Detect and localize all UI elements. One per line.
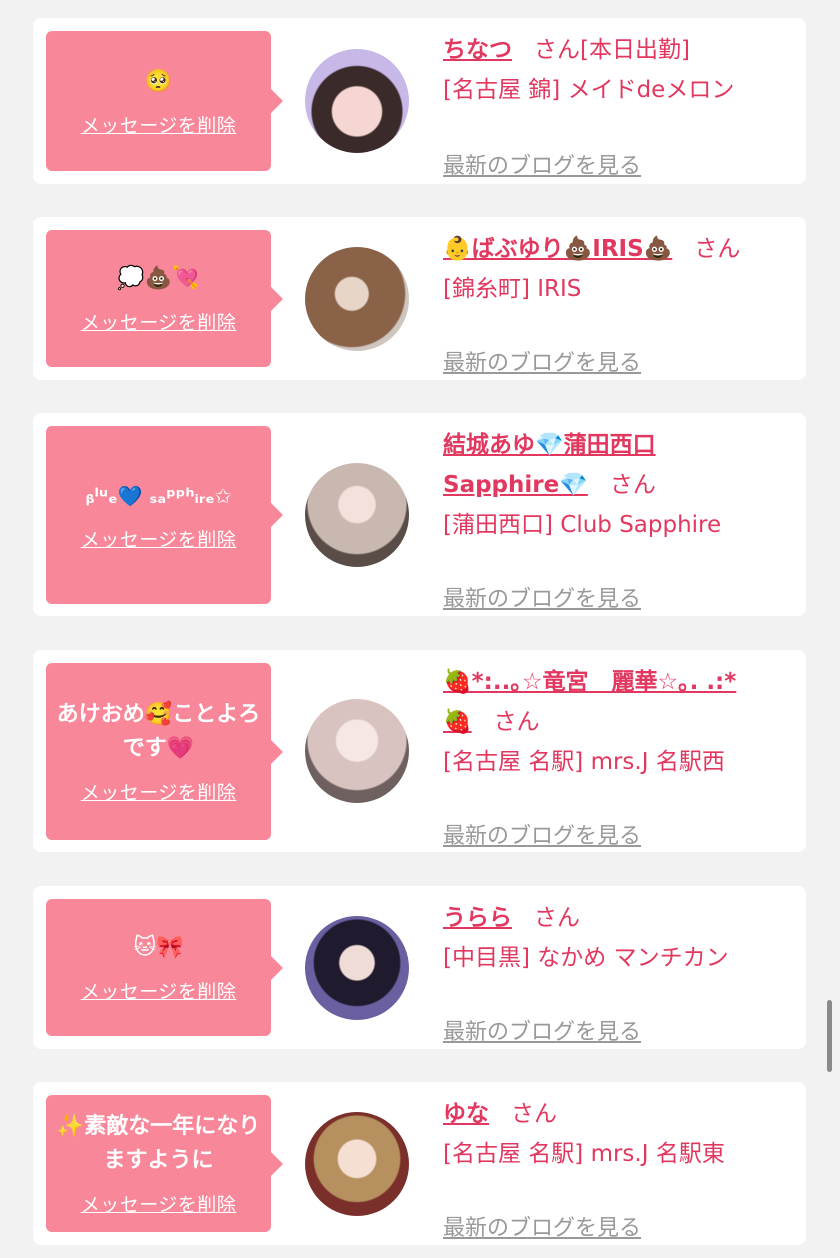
delete-message-link[interactable]: メッセージを削除 — [81, 525, 237, 552]
message-card: 🥺 メッセージを削除 ちなつ さん[本日出勤] [名古屋 錦] メイドdeメロン … — [33, 18, 806, 184]
blog-link[interactable]: 最新のブログを見る — [443, 345, 641, 377]
shop-label: [錦糸町] IRIS — [443, 276, 582, 302]
cast-suffix: さん — [694, 236, 741, 262]
blog-link[interactable]: 最新のブログを見る — [443, 1014, 641, 1046]
cast-name-link[interactable]: 👶ばぶゆり💩IRIS💩 — [443, 236, 672, 262]
message-text: 🥺 — [144, 68, 173, 94]
message-text: 💭💩💘 — [117, 266, 200, 291]
message-bubble: ✨素敵な一年になりますように メッセージを削除 — [46, 1095, 283, 1232]
cast-name-link[interactable]: 結城あゆ💎蒲田西口 — [443, 432, 656, 458]
shop-label: [名古屋 名駅] mrs.J 名駅西 — [443, 749, 725, 775]
cast-suffix: さん — [609, 472, 656, 498]
message-bubble: 🥺 メッセージを削除 — [46, 31, 283, 171]
cast-info: うらら さん [中目黒] なかめ マンチカン 最新のブログを見る — [443, 898, 793, 1045]
message-card: 🐱🎀 メッセージを削除 うらら さん [中目黒] なかめ マンチカン 最新のブログ… — [33, 886, 806, 1049]
message-card: ᵦˡᵘₑ💙 ₛₐᵖᵖʰᵢᵣₑ✩ メッセージを削除 結城あゆ💎蒲田西口 Sapph… — [33, 413, 806, 616]
cast-info: 👶ばぶゆり💩IRIS💩 さん [錦糸町] IRIS 最新のブログを見る — [443, 229, 793, 376]
blog-link[interactable]: 最新のブログを見る — [443, 1210, 641, 1242]
cast-name-link[interactable]: うらら — [443, 905, 512, 931]
cast-suffix: さん — [511, 1101, 557, 1127]
shop-label: [蒲田西口] Club Sapphire — [443, 512, 722, 538]
cast-name-link[interactable]: 🍓*:..｡☆竜宮 麗華☆｡. .:* — [443, 669, 736, 695]
cast-info: ゆな さん [名古屋 名駅] mrs.J 名駅東 最新のブログを見る — [443, 1094, 793, 1241]
shop-label: [名古屋 錦] メイドdeメロン — [443, 77, 735, 103]
message-bubble: 🐱🎀 メッセージを削除 — [46, 899, 283, 1036]
avatar[interactable] — [305, 1112, 409, 1216]
message-card: ✨素敵な一年になりますように メッセージを削除 ゆな さん [名古屋 名駅] mr… — [33, 1082, 806, 1245]
message-text: 🐱🎀 — [133, 935, 184, 960]
message-bubble: 💭💩💘 メッセージを削除 — [46, 230, 283, 367]
blog-link[interactable]: 最新のブログを見る — [443, 818, 641, 850]
message-text: あけおめ🥰ことよろです💗 — [56, 702, 261, 761]
avatar[interactable] — [305, 49, 409, 153]
avatar[interactable] — [305, 916, 409, 1020]
message-card: 💭💩💘 メッセージを削除 👶ばぶゆり💩IRIS💩 さん [錦糸町] IRIS 最新… — [33, 217, 806, 380]
cast-name-link[interactable]: 🍓 — [443, 709, 472, 735]
scrollbar[interactable] — [827, 1000, 832, 1072]
cast-info: ちなつ さん[本日出勤] [名古屋 錦] メイドdeメロン 最新のブログを見る — [443, 30, 793, 179]
message-text: ✨素敵な一年になりますように — [56, 1114, 261, 1173]
delete-message-link[interactable]: メッセージを削除 — [81, 977, 237, 1004]
cast-suffix: さん — [493, 709, 540, 735]
blog-link[interactable]: 最新のブログを見る — [443, 581, 641, 613]
delete-message-link[interactable]: メッセージを削除 — [81, 1190, 237, 1217]
delete-message-link[interactable]: メッセージを削除 — [81, 778, 237, 805]
avatar[interactable] — [305, 699, 409, 803]
shop-label: [中目黒] なかめ マンチカン — [443, 945, 729, 971]
cast-info: 結城あゆ💎蒲田西口 Sapphire💎 さん [蒲田西口] Club Sapphi… — [443, 425, 793, 612]
avatar[interactable] — [305, 247, 409, 351]
shop-label: [名古屋 名駅] mrs.J 名駅東 — [443, 1141, 725, 1167]
blog-link[interactable]: 最新のブログを見る — [443, 148, 641, 180]
cast-name-link[interactable]: ちなつ — [443, 37, 512, 63]
cast-name-link[interactable]: Sapphire💎 — [443, 472, 588, 498]
avatar[interactable] — [305, 463, 409, 567]
message-text: ᵦˡᵘₑ💙 ₛₐᵖᵖʰᵢᵣₑ✩ — [85, 483, 232, 508]
message-bubble: ᵦˡᵘₑ💙 ₛₐᵖᵖʰᵢᵣₑ✩ メッセージを削除 — [46, 426, 283, 604]
message-card: あけおめ🥰ことよろです💗 メッセージを削除 🍓*:..｡☆竜宮 麗華☆｡. .:… — [33, 650, 806, 852]
delete-message-link[interactable]: メッセージを削除 — [81, 308, 237, 335]
cast-info: 🍓*:..｡☆竜宮 麗華☆｡. .:* 🍓 さん [名古屋 名駅] mrs.J 名… — [443, 662, 793, 849]
message-bubble: あけおめ🥰ことよろです💗 メッセージを削除 — [46, 663, 283, 840]
delete-message-link[interactable]: メッセージを削除 — [81, 111, 237, 138]
cast-suffix: さん[本日出勤] — [534, 37, 690, 63]
cast-suffix: さん — [534, 905, 580, 931]
cast-name-link[interactable]: ゆな — [443, 1101, 489, 1127]
